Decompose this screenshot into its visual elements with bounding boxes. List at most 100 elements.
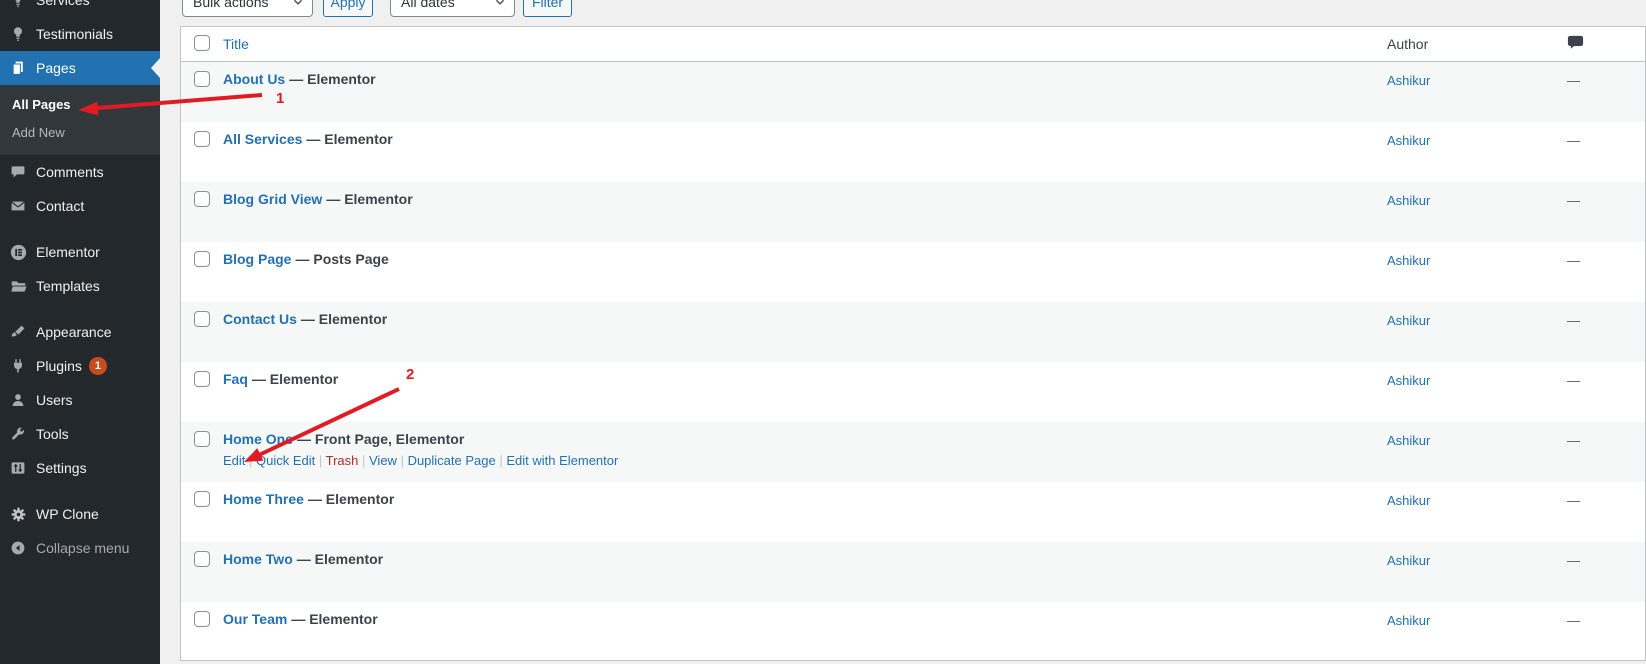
sidebar-item-users[interactable]: Users [0, 383, 160, 417]
comments-value: — [1567, 433, 1580, 448]
page-title-link[interactable]: Our Team [223, 611, 287, 627]
page-title-link[interactable]: Blog Grid View [223, 191, 322, 207]
menu-separator [0, 223, 160, 235]
sidebar-item-tools[interactable]: Tools [0, 417, 160, 451]
envelope-icon [0, 198, 36, 214]
chevron-down-icon [284, 0, 304, 8]
table-row: Blog Page— Posts Page Ashikur — [181, 242, 1645, 302]
author-link[interactable]: Ashikur [1387, 553, 1430, 568]
page-title-link[interactable]: Blog Page [223, 251, 291, 267]
table-row: Home Two— Elementor Ashikur — [181, 542, 1645, 602]
author-link[interactable]: Ashikur [1387, 73, 1430, 88]
menu-separator [0, 303, 160, 315]
wrench-icon [0, 426, 36, 442]
sidebar-item-collapse-menu[interactable]: Collapse menu [0, 531, 160, 565]
sidebar-item-elementor[interactable]: Elementor [0, 235, 160, 269]
row-checkbox[interactable] [194, 491, 210, 507]
author-link[interactable]: Ashikur [1387, 613, 1430, 628]
table-row: All Services— Elementor Ashikur — [181, 122, 1645, 182]
sidebar-item-contact[interactable]: Contact [0, 189, 160, 223]
author-link[interactable]: Ashikur [1387, 373, 1430, 388]
comment-icon [0, 164, 36, 180]
comments-value: — [1567, 613, 1580, 628]
author-link[interactable]: Ashikur [1387, 193, 1430, 208]
post-state: — Elementor [289, 71, 375, 87]
all-dates-select[interactable]: All dates [390, 0, 515, 17]
page-title-link[interactable]: All Services [223, 131, 302, 147]
sidebar-item-services[interactable]: Services [0, 0, 160, 17]
sidebar-item-appearance[interactable]: Appearance [0, 315, 160, 349]
author-link[interactable]: Ashikur [1387, 133, 1430, 148]
table-row: Home Three— Elementor Ashikur — [181, 482, 1645, 542]
post-state: — Elementor [291, 611, 377, 627]
author-column-header: Author [1387, 36, 1428, 52]
comment-bubble-icon [1567, 39, 1584, 54]
sidebar-item-label: Settings [36, 460, 87, 476]
menu-separator [0, 485, 160, 497]
row-checkbox[interactable] [194, 71, 210, 87]
page-title-link[interactable]: Home Two [223, 551, 293, 567]
row-checkbox[interactable] [194, 251, 210, 267]
row-checkbox[interactable] [194, 551, 210, 567]
page-title-link[interactable]: Contact Us [223, 311, 297, 327]
row-action-edit[interactable]: Edit [223, 453, 256, 468]
pages-submenu: All Pages Add New [0, 85, 160, 155]
post-state: — Elementor [308, 491, 394, 507]
sidebar-item-label: Templates [36, 278, 100, 294]
post-state: — Front Page, Elementor [297, 431, 464, 447]
author-link[interactable]: Ashikur [1387, 253, 1430, 268]
plugins-update-badge: 1 [89, 357, 107, 375]
page-title-link[interactable]: About Us [223, 71, 285, 87]
lightbulb-icon [0, 26, 36, 42]
row-checkbox[interactable] [194, 431, 210, 447]
row-checkbox[interactable] [194, 611, 210, 627]
filter-button[interactable]: Filter [523, 0, 572, 17]
title-column-header[interactable]: Title [223, 36, 249, 52]
author-link[interactable]: Ashikur [1387, 433, 1430, 448]
row-checkbox[interactable] [194, 311, 210, 327]
sidebar-item-add-new[interactable]: Add New [0, 119, 160, 147]
sidebar-item-wp-clone[interactable]: WP Clone [0, 497, 160, 531]
paintbrush-icon [0, 324, 36, 340]
wordpress-pages-screen: { "sidebar": { "services": "Services", "… [0, 0, 1646, 664]
row-action-edit-with-elementor[interactable]: Edit with Elementor [506, 453, 618, 468]
post-state: — Elementor [306, 131, 392, 147]
select-all-checkbox[interactable] [194, 35, 210, 51]
row-action-quick-edit[interactable]: Quick Edit [256, 453, 326, 468]
comments-value: — [1567, 133, 1580, 148]
sidebar-item-all-pages[interactable]: All Pages [0, 91, 160, 119]
table-row: Blog Grid View— Elementor Ashikur — [181, 182, 1645, 242]
page-title-link[interactable]: Faq [223, 371, 248, 387]
sidebar-item-comments[interactable]: Comments [0, 155, 160, 189]
sidebar-item-testimonials[interactable]: Testimonials [0, 17, 160, 51]
gear-icon [0, 506, 36, 523]
page-title-link[interactable]: Home Three [223, 491, 304, 507]
row-action-duplicate-page[interactable]: Duplicate Page [408, 453, 507, 468]
bulk-actions-select[interactable]: Bulk actions [182, 0, 313, 17]
sidebar-item-templates[interactable]: Templates [0, 269, 160, 303]
row-action-view[interactable]: View [369, 453, 408, 468]
sidebar-item-label: Plugins [36, 358, 82, 374]
row-checkbox[interactable] [194, 191, 210, 207]
plugin-icon [0, 358, 36, 374]
row-checkbox[interactable] [194, 131, 210, 147]
table-header-row: Title Author [181, 27, 1645, 62]
sidebar-item-settings[interactable]: Settings [0, 451, 160, 485]
sidebar-item-label: Tools [36, 426, 69, 442]
row-action-trash[interactable]: Trash [326, 453, 369, 468]
sidebar-item-label: Appearance [36, 324, 112, 340]
apply-button[interactable]: Apply [323, 0, 373, 17]
submenu-item-label: Add New [12, 125, 65, 140]
sidebar-item-label: Comments [36, 164, 104, 180]
page-title-link[interactable]: Home One [223, 431, 293, 447]
sidebar-item-plugins[interactable]: Plugins 1 [0, 349, 160, 383]
comments-value: — [1567, 193, 1580, 208]
sidebar-item-pages[interactable]: Pages [0, 51, 160, 85]
author-link[interactable]: Ashikur [1387, 493, 1430, 508]
post-state: — Posts Page [295, 251, 388, 267]
row-actions: EditQuick EditTrashViewDuplicate PageEdi… [223, 453, 1377, 468]
sidebar-item-label: Pages [36, 60, 76, 76]
author-link[interactable]: Ashikur [1387, 313, 1430, 328]
row-checkbox[interactable] [194, 371, 210, 387]
sidebar-item-label: Contact [36, 198, 84, 214]
